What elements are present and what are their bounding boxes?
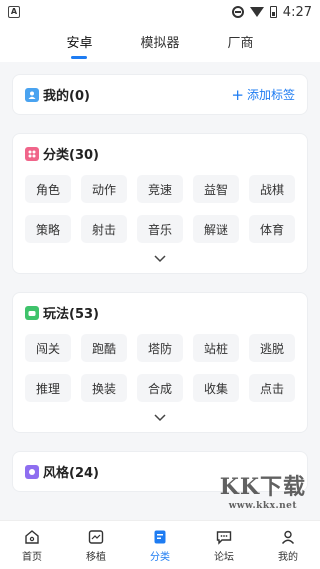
gameplay-card: 玩法(53) 闯关 跑酷 塔防 站桩 逃脱 推理 换装 合成 收集 点击	[12, 292, 308, 433]
nav-mine-label: 我的	[278, 551, 298, 563]
style-card: 风格(24)	[12, 451, 308, 492]
category-title: 分类(30)	[43, 148, 99, 163]
tag-chip[interactable]: 闯关	[25, 334, 71, 362]
bottom-nav: 首页 移植 分类 论坛 我的	[0, 520, 320, 569]
tag-chip[interactable]: 跑酷	[81, 334, 127, 362]
add-tag-button[interactable]: + 添加标签	[231, 86, 295, 103]
tag-chip[interactable]: 音乐	[137, 215, 183, 243]
tag-chip[interactable]: 角色	[25, 175, 71, 203]
nav-forum[interactable]: 论坛	[214, 528, 234, 563]
chat-icon	[216, 530, 232, 545]
category-icon	[25, 146, 39, 161]
style-icon	[25, 464, 39, 479]
my-tags-card: 我的(0) + 添加标签	[12, 74, 308, 115]
category-list-icon	[154, 530, 166, 543]
tag-chip[interactable]: 逃脱	[249, 334, 295, 362]
tag-chip[interactable]: 策略	[25, 215, 71, 243]
tab-emulator[interactable]: 模拟器	[140, 32, 179, 59]
tag-chip[interactable]: 竞速	[137, 175, 183, 203]
category-tag-grid: 角色 动作 竞速 益智 战棋 策略 射击 音乐 解谜 体育	[25, 175, 295, 243]
nav-home-label: 首页	[22, 551, 42, 563]
tag-chip[interactable]: 益智	[193, 175, 239, 203]
tag-chip[interactable]: 体育	[249, 215, 295, 243]
expand-category-button[interactable]	[25, 255, 295, 263]
expand-gameplay-button[interactable]	[25, 414, 295, 422]
nav-home[interactable]: 首页	[22, 528, 42, 563]
nav-port-label: 移植	[86, 551, 106, 563]
tag-chip[interactable]: 推理	[25, 374, 71, 402]
gameplay-tag-grid: 闯关 跑酷 塔防 站桩 逃脱 推理 换装 合成 收集 点击	[25, 334, 295, 402]
tag-chip[interactable]: 合成	[137, 374, 183, 402]
plus-icon: +	[231, 85, 244, 104]
tab-android[interactable]: 安卓	[66, 32, 92, 59]
gameplay-title: 玩法(53)	[43, 307, 99, 322]
tag-chip[interactable]: 战棋	[249, 175, 295, 203]
tag-chip[interactable]: 点击	[249, 374, 295, 402]
tag-chip[interactable]: 塔防	[137, 334, 183, 362]
status-bar: A 4:27	[0, 0, 320, 24]
tag-chip[interactable]: 射击	[81, 215, 127, 243]
nav-port[interactable]: 移植	[86, 528, 106, 563]
clock: 4:27	[282, 4, 312, 20]
tag-chip[interactable]: 动作	[81, 175, 127, 203]
add-tag-label: 添加标签	[246, 88, 295, 102]
tag-chip[interactable]: 收集	[193, 374, 239, 402]
app-notification-icon: A	[8, 6, 20, 18]
top-tabs: 安卓 模拟器 厂商	[0, 24, 320, 62]
style-title: 风格(24)	[43, 466, 99, 481]
gamepad-icon	[88, 529, 104, 544]
tag-chip[interactable]: 站桩	[193, 334, 239, 362]
nav-category-label: 分类	[150, 551, 170, 563]
category-card: 分类(30) 角色 动作 竞速 益智 战棋 策略 射击 音乐 解谜 体育	[12, 133, 308, 274]
main-content: 我的(0) + 添加标签 分类(30) 角色 动作 竞速 益智 战棋 策略 射击…	[0, 62, 320, 492]
chevron-down-icon	[154, 414, 166, 422]
nav-mine[interactable]: 我的	[278, 528, 298, 563]
nav-category[interactable]: 分类	[150, 528, 170, 563]
home-icon	[25, 529, 39, 544]
do-not-disturb-icon	[231, 6, 244, 18]
profile-icon	[281, 530, 295, 544]
my-tags-title: 我的(0)	[43, 89, 90, 104]
battery-icon	[269, 6, 277, 18]
user-icon	[25, 87, 39, 102]
wifi-icon	[249, 7, 264, 17]
gameplay-icon	[25, 305, 39, 320]
tag-chip[interactable]: 换装	[81, 374, 127, 402]
nav-forum-label: 论坛	[214, 551, 234, 563]
tag-chip[interactable]: 解谜	[193, 215, 239, 243]
chevron-down-icon	[154, 255, 166, 263]
tab-manufacturer[interactable]: 厂商	[228, 32, 254, 59]
